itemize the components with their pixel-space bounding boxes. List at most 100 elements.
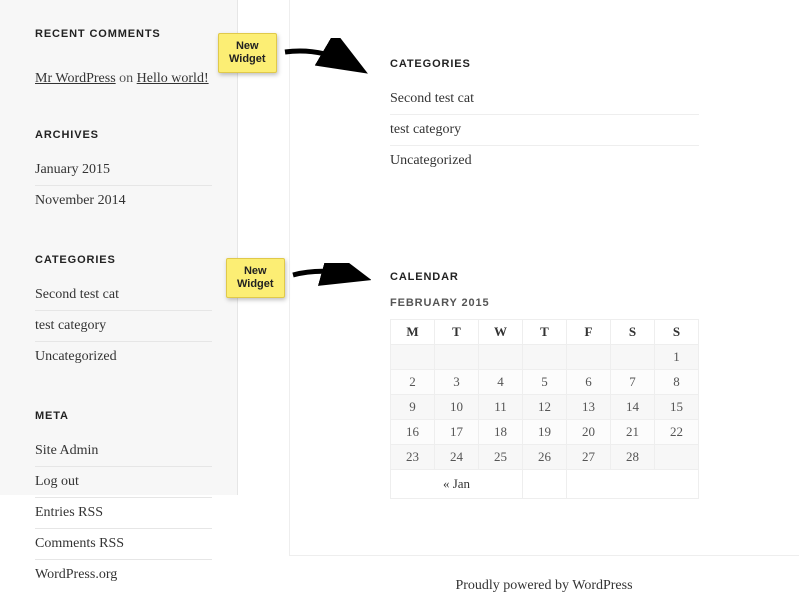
meta-link[interactable]: Log out [35,474,79,489]
category-link[interactable]: Second test cat [390,91,474,106]
calendar-day-cell[interactable]: 9 [391,395,435,420]
calendar-day-cell[interactable]: 21 [611,420,655,445]
calendar-day-cell[interactable]: 1 [655,345,699,370]
annotation-note-1: New Widget [218,33,277,73]
calendar-dow: T [523,320,567,345]
widget-title-recent-comments: RECENT COMMENTS [35,28,212,40]
calendar-dow: F [567,320,611,345]
recent-comment-item: Mr WordPress on Hello world! [35,54,212,91]
list-item: Uncategorized [390,146,699,176]
calendar-day-cell [567,345,611,370]
calendar-day-cell[interactable]: 13 [567,395,611,420]
calendar-day-cell [655,445,699,470]
calendar-day-cell[interactable]: 5 [523,370,567,395]
calendar-day-cell[interactable]: 3 [435,370,479,395]
calendar-day-cell [611,345,655,370]
sidebar-primary: RECENT COMMENTS Mr WordPress on Hello wo… [0,0,238,495]
archive-link[interactable]: January 2015 [35,162,110,177]
meta-link[interactable]: WordPress.org [35,567,117,582]
list-item: Log out [35,467,212,498]
categories-list: Second test cat test category Uncategori… [35,280,212,372]
calendar-head-row: M T W T F S S [391,320,699,345]
calendar-day-cell[interactable]: 17 [435,420,479,445]
meta-link[interactable]: Entries RSS [35,505,103,520]
calendar-week-row: 232425262728 [391,445,699,470]
list-item: January 2015 [35,155,212,186]
calendar-week-row: 2345678 [391,370,699,395]
calendar-dow: S [655,320,699,345]
widget-categories-main: CATEGORIES Second test cat test category… [390,58,699,176]
calendar-day-cell[interactable]: 24 [435,445,479,470]
comment-post-link[interactable]: Hello world! [137,71,209,86]
calendar-day-cell[interactable]: 7 [611,370,655,395]
meta-link[interactable]: Comments RSS [35,536,124,551]
widget-calendar: CALENDAR FEBRUARY 2015 M T W T F S S 123… [390,271,699,499]
calendar-day-cell [479,345,523,370]
calendar-day-cell[interactable]: 15 [655,395,699,420]
annotation-note-2: New Widget [226,258,285,298]
list-item: test category [35,311,212,342]
category-link[interactable]: Uncategorized [35,349,117,364]
calendar-dow: M [391,320,435,345]
calendar-day-cell[interactable]: 19 [523,420,567,445]
meta-link[interactable]: Site Admin [35,443,98,458]
widget-title-categories: CATEGORIES [35,254,212,266]
calendar-dow: W [479,320,523,345]
calendar-dow: S [611,320,655,345]
footer-link[interactable]: Proudly powered by WordPress [455,578,632,594]
calendar-day-cell[interactable]: 4 [479,370,523,395]
list-item: November 2014 [35,186,212,216]
categories-list-main: Second test cat test category Uncategori… [390,84,699,176]
calendar-table: M T W T F S S 12345678910111213141516171… [390,319,699,499]
calendar-day-cell [435,345,479,370]
widget-title-categories-main: CATEGORIES [390,58,699,70]
list-item: Uncategorized [35,342,212,372]
archive-link[interactable]: November 2014 [35,193,126,208]
calendar-week-row: 1 [391,345,699,370]
calendar-day-cell[interactable]: 10 [435,395,479,420]
list-item: Entries RSS [35,498,212,529]
calendar-day-cell[interactable]: 27 [567,445,611,470]
widget-title-meta: META [35,410,212,422]
widget-title-archives: ARCHIVES [35,129,212,141]
calendar-day-cell[interactable]: 2 [391,370,435,395]
list-item: Site Admin [35,436,212,467]
calendar-day-cell[interactable]: 11 [479,395,523,420]
calendar-day-cell[interactable]: 16 [391,420,435,445]
widget-recent-comments: RECENT COMMENTS Mr WordPress on Hello wo… [35,28,212,91]
calendar-day-cell[interactable]: 28 [611,445,655,470]
list-item: Second test cat [35,280,212,311]
archives-list: January 2015 November 2014 [35,155,212,216]
calendar-caption: FEBRUARY 2015 [390,297,699,309]
calendar-day-cell[interactable]: 12 [523,395,567,420]
calendar-day-cell[interactable]: 8 [655,370,699,395]
list-item: WordPress.org [35,560,212,590]
calendar-week-row: 9101112131415 [391,395,699,420]
calendar-week-row: 16171819202122 [391,420,699,445]
annotation-arrow-icon [291,263,371,293]
calendar-day-cell[interactable]: 23 [391,445,435,470]
calendar-prev-link[interactable]: « Jan [443,476,470,491]
calendar-day-cell[interactable]: 14 [611,395,655,420]
comment-sep: on [119,71,133,86]
list-item: Comments RSS [35,529,212,560]
calendar-day-cell[interactable]: 26 [523,445,567,470]
category-link[interactable]: Uncategorized [390,153,472,168]
calendar-day-cell[interactable]: 20 [567,420,611,445]
meta-list: Site Admin Log out Entries RSS Comments … [35,436,212,590]
annotation-arrow-icon [283,38,368,83]
calendar-day-cell[interactable]: 6 [567,370,611,395]
calendar-day-cell[interactable]: 18 [479,420,523,445]
widget-meta: META Site Admin Log out Entries RSS Comm… [35,410,212,590]
comment-author-link[interactable]: Mr WordPress [35,71,116,86]
calendar-day-cell[interactable]: 22 [655,420,699,445]
category-link[interactable]: test category [35,318,106,333]
widget-categories-sidebar: CATEGORIES Second test cat test category… [35,254,212,372]
calendar-day-cell[interactable]: 25 [479,445,523,470]
list-item: Second test cat [390,84,699,115]
calendar-day-cell [523,345,567,370]
calendar-foot-row: « Jan [391,470,699,499]
site-footer: Proudly powered by WordPress [289,555,799,615]
category-link[interactable]: Second test cat [35,287,119,302]
category-link[interactable]: test category [390,122,461,137]
